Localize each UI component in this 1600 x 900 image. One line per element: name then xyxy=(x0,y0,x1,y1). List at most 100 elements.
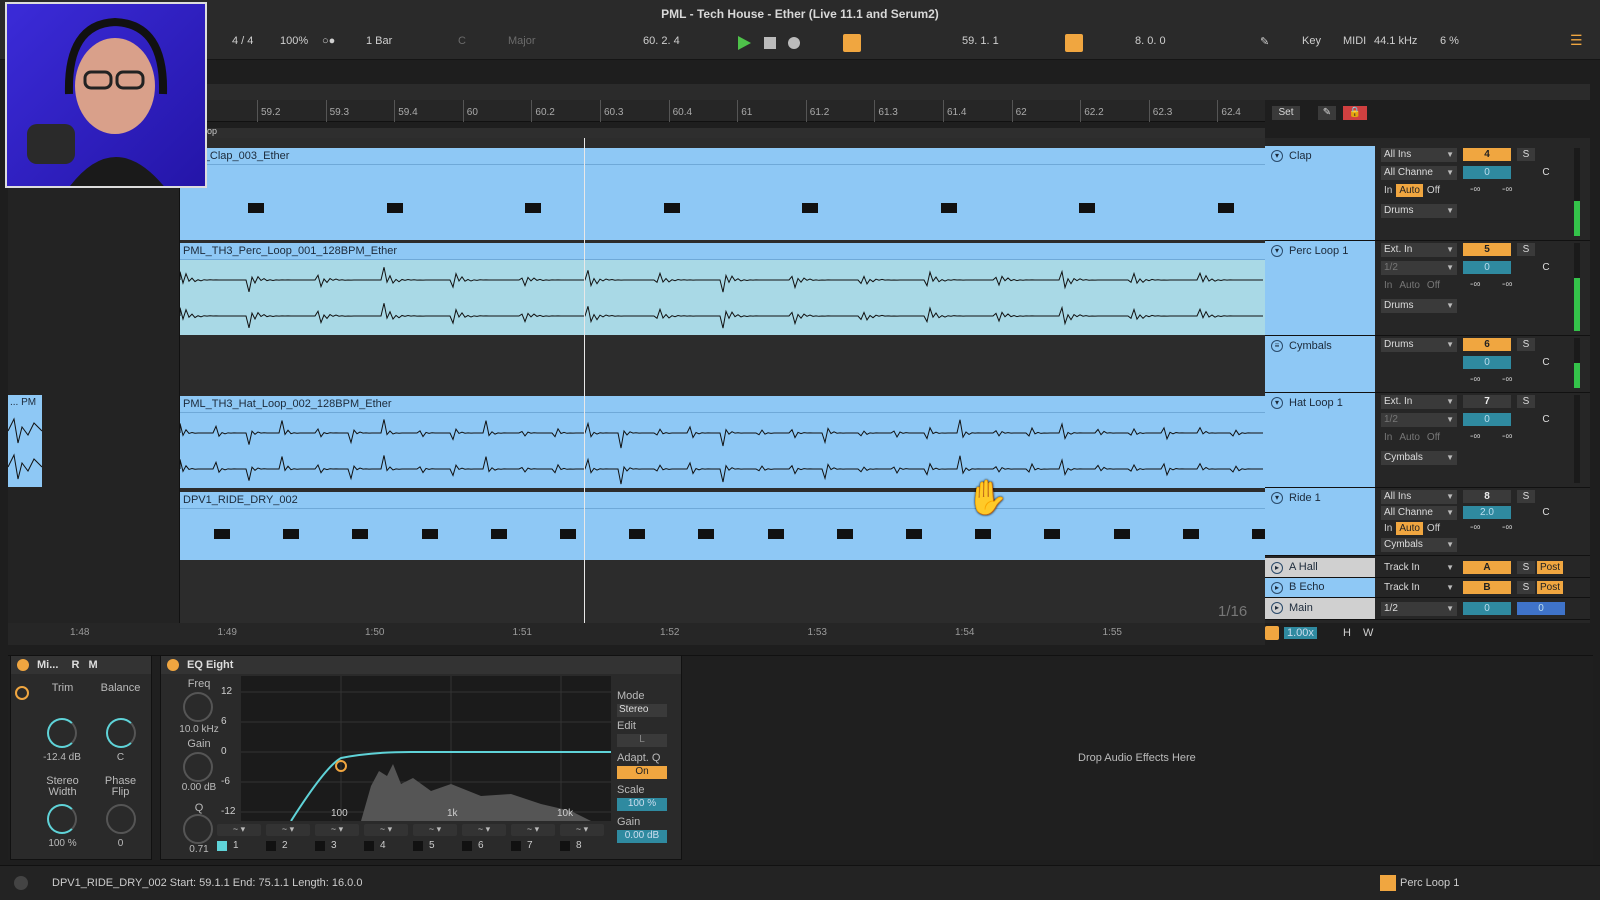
input-type-select[interactable]: Ext. In xyxy=(1381,243,1457,257)
output-select[interactable]: Cymbals xyxy=(1381,451,1457,465)
monitor-off[interactable]: Off xyxy=(1424,522,1443,535)
pan-field[interactable]: 0 xyxy=(1517,602,1565,615)
track-activator[interactable]: 7 xyxy=(1463,395,1511,408)
stop-button[interactable] xyxy=(761,34,779,52)
filter-type-select[interactable]: ~ ▾ xyxy=(462,824,506,836)
hot-swap-icon[interactable] xyxy=(15,686,29,700)
input-channel-select[interactable]: 1/2 xyxy=(1381,261,1457,275)
q-knob[interactable] xyxy=(183,814,213,844)
key-root-select[interactable]: C xyxy=(458,35,466,47)
automation-arm-icon[interactable] xyxy=(843,34,861,52)
freq-knob[interactable] xyxy=(183,692,213,722)
power-icon[interactable] xyxy=(167,659,179,671)
volume-field[interactable]: 0 xyxy=(1463,356,1511,369)
phase-flip-value[interactable]: 0 xyxy=(93,838,148,849)
pan-field[interactable]: C xyxy=(1537,261,1555,274)
midi-note[interactable] xyxy=(767,529,784,539)
m-button[interactable]: M xyxy=(88,659,97,671)
tempo-zoom[interactable]: 1.00x xyxy=(1284,627,1317,639)
midi-note[interactable] xyxy=(836,529,853,539)
eq-band-4[interactable]: ~ ▾ 4 xyxy=(364,824,408,858)
monitor-switch[interactable]: In Auto Off xyxy=(1381,522,1444,535)
clip-left-stub[interactable]: ... PM xyxy=(8,395,42,487)
trim-knob[interactable] xyxy=(47,718,77,748)
h-toggle[interactable]: H xyxy=(1343,627,1351,639)
solo-button[interactable]: S xyxy=(1517,581,1535,594)
track-title[interactable]: ▾ Hat Loop 1 xyxy=(1265,393,1375,487)
monitor-in[interactable]: In xyxy=(1381,522,1395,535)
draw-mode-icon[interactable]: ✎ xyxy=(1260,35,1269,48)
clip-clap[interactable]: TH3_Clap_003_Ether xyxy=(180,148,1265,240)
input-type-select[interactable]: All Ins xyxy=(1381,148,1457,162)
monitor-switch[interactable]: In Auto Off xyxy=(1381,184,1444,197)
midi-note[interactable] xyxy=(490,529,507,539)
clip-ride[interactable]: DPV1_RIDE_DRY_002 xyxy=(180,492,1268,560)
eq-band-3[interactable]: ~ ▾ 3 xyxy=(315,824,359,858)
filter-type-select[interactable]: ~ ▾ xyxy=(413,824,457,836)
midi-note[interactable] xyxy=(283,529,300,539)
midi-note-area[interactable] xyxy=(180,165,1265,240)
midi-note[interactable] xyxy=(698,529,715,539)
track-cymbals-group[interactable]: ≡Cymbals Drums 6 0 -∞ -∞ S C xyxy=(1265,336,1590,393)
pan-field[interactable]: C xyxy=(1537,506,1555,519)
balance-knob[interactable] xyxy=(106,718,136,748)
monitor-switch[interactable]: In Auto Off xyxy=(1381,279,1444,292)
filter-type-select[interactable]: ~ ▾ xyxy=(364,824,408,836)
input-select[interactable]: Track In xyxy=(1381,561,1457,575)
filter-type-select[interactable]: ~ ▾ xyxy=(266,824,310,836)
play-icon[interactable]: ▸ xyxy=(1271,582,1283,594)
monitor-in[interactable]: In xyxy=(1381,279,1395,292)
monitor-auto[interactable]: Auto xyxy=(1396,522,1423,535)
loop-toggle-icon[interactable] xyxy=(1065,34,1083,52)
post-button[interactable]: Post xyxy=(1537,561,1563,574)
pan-field[interactable]: C xyxy=(1537,166,1555,179)
monitor-off[interactable]: Off xyxy=(1424,184,1443,197)
input-channel-select[interactable]: All Channe xyxy=(1381,506,1457,520)
monitor-switch[interactable]: In Auto Off xyxy=(1381,431,1444,444)
fold-icon[interactable]: ▾ xyxy=(1271,397,1283,409)
midi-note[interactable] xyxy=(1044,529,1061,539)
midi-note-area[interactable] xyxy=(180,509,1268,560)
volume-field[interactable]: 0 xyxy=(1463,413,1511,426)
midi-note[interactable] xyxy=(421,529,438,539)
solo-button[interactable]: S xyxy=(1517,490,1535,503)
band-toggle[interactable] xyxy=(315,840,325,851)
play-button[interactable] xyxy=(735,34,753,52)
time-signature[interactable]: 4 / 4 xyxy=(232,35,253,47)
lock-icon[interactable]: 🔒 xyxy=(1343,106,1367,120)
volume-field[interactable]: 2.0 xyxy=(1463,506,1511,519)
track-clap[interactable]: ▾Clap All Ins All Channe InAutoOff Drums… xyxy=(1265,146,1590,241)
band-toggle[interactable] xyxy=(560,840,570,851)
return-b-echo[interactable]: ▸B Echo Track In B S Post xyxy=(1265,578,1590,598)
device-header[interactable]: EQ Eight xyxy=(161,656,681,674)
midi-map-button[interactable]: MIDI xyxy=(1343,35,1366,47)
edit-select[interactable]: L xyxy=(617,734,667,747)
main-track[interactable]: ▸Main 1/2 0 0 xyxy=(1265,598,1590,620)
scale-select[interactable]: Major xyxy=(508,35,536,47)
group-icon[interactable]: ≡ xyxy=(1271,340,1283,352)
post-button[interactable]: Post xyxy=(1537,581,1563,594)
monitor-auto[interactable]: Auto xyxy=(1396,431,1423,444)
zoom-level[interactable]: 100% xyxy=(280,35,308,47)
monitor-off[interactable]: Off xyxy=(1424,279,1443,292)
midi-note[interactable] xyxy=(214,529,230,539)
band-toggle[interactable] xyxy=(462,840,472,851)
track-ride[interactable]: ▾Ride 1 All Ins All Channe InAutoOff Cym… xyxy=(1265,488,1590,556)
playhead[interactable] xyxy=(584,138,585,623)
time-ruler[interactable]: 1:48 1:49 1:50 1:51 1:52 1:53 1:54 1:55 xyxy=(8,623,1265,645)
return-letter[interactable]: B xyxy=(1463,581,1511,594)
volume-field[interactable]: 0 xyxy=(1463,261,1511,274)
track-perc-loop[interactable]: ▾Perc Loop 1 Ext. In 1/2 InAutoOff Drums… xyxy=(1265,241,1590,336)
output-select[interactable]: Drums xyxy=(1381,338,1457,352)
output-select[interactable]: 1/2 xyxy=(1381,602,1457,616)
track-activator[interactable]: 8 xyxy=(1463,490,1511,503)
track-title[interactable]: ≡ Cymbals xyxy=(1265,336,1375,392)
input-channel-select[interactable]: All Channe xyxy=(1381,166,1457,180)
filter-type-select[interactable]: ~ ▾ xyxy=(511,824,555,836)
midi-note[interactable] xyxy=(629,529,646,539)
midi-note[interactable] xyxy=(1079,203,1095,213)
trim-value[interactable]: -12.4 dB xyxy=(33,752,91,763)
midi-note[interactable] xyxy=(663,203,680,213)
metronome-icon[interactable]: ○● xyxy=(322,35,335,47)
record-button[interactable] xyxy=(785,34,803,52)
